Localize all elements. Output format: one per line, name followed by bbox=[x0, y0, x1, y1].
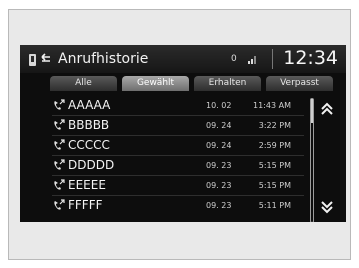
outgoing-call-icon bbox=[54, 99, 65, 110]
call-row[interactable]: AAAAA 10. 02 11:43 AM bbox=[20, 98, 320, 114]
signal-icon bbox=[248, 56, 256, 64]
call-row[interactable]: DDDDD 09. 23 5:15 PM bbox=[20, 158, 320, 174]
tab-verpasst[interactable]: Verpasst bbox=[266, 76, 333, 91]
back-icon[interactable] bbox=[39, 52, 53, 66]
call-row[interactable]: EEEEE 09. 23 5:15 PM bbox=[20, 178, 320, 194]
call-time: 5:15 PM bbox=[258, 161, 291, 170]
status-count: 0 bbox=[231, 54, 237, 64]
row-divider bbox=[52, 135, 304, 136]
scrollbar[interactable] bbox=[310, 98, 314, 222]
call-time: 5:15 PM bbox=[258, 181, 291, 190]
tab-alle[interactable]: Alle bbox=[50, 76, 117, 91]
scrollbar-thumb[interactable] bbox=[311, 99, 313, 123]
call-date: 09. 23 bbox=[206, 201, 232, 210]
row-divider bbox=[52, 115, 304, 116]
call-row[interactable]: CCCCC 09. 24 2:59 PM bbox=[20, 138, 320, 154]
outgoing-call-icon bbox=[54, 179, 65, 190]
caller-name: FFFFF bbox=[68, 198, 103, 212]
call-row[interactable]: BBBBB 09. 24 3:22 PM bbox=[20, 118, 320, 134]
back-icon-graphic bbox=[41, 53, 50, 62]
caller-name: DDDDD bbox=[68, 158, 115, 172]
call-date: 09. 24 bbox=[206, 141, 232, 150]
outgoing-call-icon bbox=[54, 199, 65, 210]
outgoing-call-icon bbox=[54, 119, 65, 130]
tab-erhalten[interactable]: Erhalten bbox=[194, 76, 261, 91]
call-date: 09. 23 bbox=[206, 161, 232, 170]
call-time: 5:11 PM bbox=[258, 201, 291, 210]
divider bbox=[272, 49, 273, 69]
call-date: 09. 23 bbox=[206, 181, 232, 190]
row-divider bbox=[52, 175, 304, 176]
outgoing-call-icon bbox=[54, 159, 65, 170]
call-date: 10. 02 bbox=[206, 101, 232, 110]
header-bar: Anrufhistorie 0 12:34 bbox=[20, 45, 346, 73]
infotainment-screen: Anrufhistorie 0 12:34 Alle Gewählt Erhal… bbox=[20, 45, 346, 222]
double-chevron-up-icon[interactable] bbox=[318, 101, 336, 117]
caller-name: EEEEE bbox=[68, 178, 106, 192]
tab-bar: Alle Gewählt Erhalten Verpasst bbox=[50, 76, 334, 91]
caller-name: AAAAA bbox=[68, 98, 111, 112]
row-divider bbox=[52, 155, 304, 156]
call-date: 09. 24 bbox=[206, 121, 232, 130]
outgoing-call-icon bbox=[54, 139, 65, 150]
call-time: 11:43 AM bbox=[253, 101, 291, 110]
page-title: Anrufhistorie bbox=[58, 51, 149, 67]
caller-name: BBBBB bbox=[68, 118, 110, 132]
caller-name: CCCCC bbox=[68, 138, 110, 152]
phone-icon bbox=[29, 54, 36, 66]
call-time: 2:59 PM bbox=[258, 141, 291, 150]
tab-gewaehlt[interactable]: Gewählt bbox=[122, 76, 189, 91]
double-chevron-down-icon[interactable] bbox=[318, 199, 336, 215]
call-row[interactable]: FFFFF 09. 23 5:11 PM bbox=[20, 198, 320, 214]
call-time: 3:22 PM bbox=[258, 121, 291, 130]
row-divider bbox=[52, 195, 304, 196]
clock: 12:34 bbox=[283, 47, 338, 69]
